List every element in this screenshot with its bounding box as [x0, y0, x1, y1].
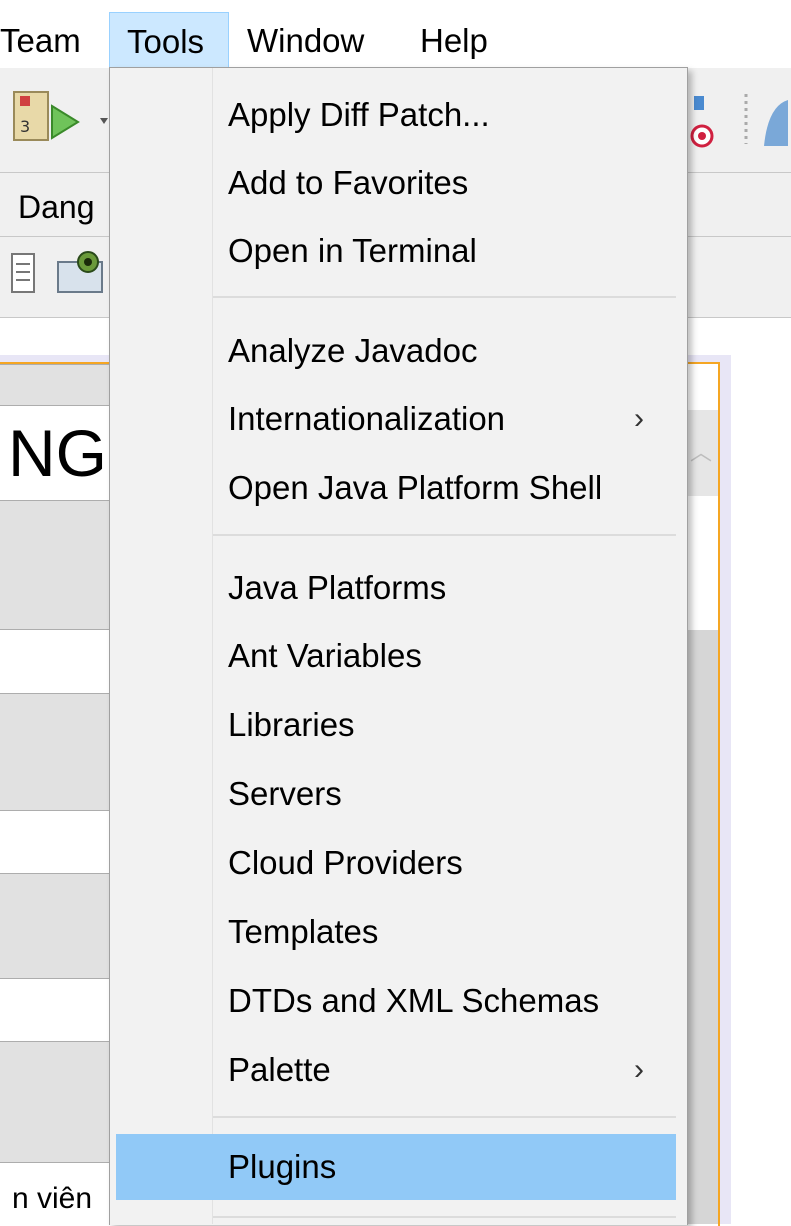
profile-icon[interactable] [684, 86, 791, 161]
menu-item-label: Servers [228, 775, 342, 812]
menu-item-label: Java Platforms [228, 569, 447, 606]
scrollbar-segment [684, 496, 718, 630]
menu-bar: Team Tools Window Help [0, 0, 791, 68]
form-header-bar [0, 364, 110, 406]
form-button[interactable] [0, 500, 110, 630]
menu-item-servers[interactable]: Servers [110, 761, 684, 827]
scroll-up-icon[interactable]: ︿ [684, 410, 718, 496]
menu-item-palette[interactable]: Palette › [110, 1037, 684, 1103]
menu-item-label: Internationalization [228, 400, 506, 437]
menu-item-label: Analyze Javadoc [228, 332, 478, 369]
form-label: n viên [12, 1182, 93, 1215]
menu-item-label: Plugins [228, 1148, 337, 1185]
form-button[interactable] [0, 1041, 110, 1163]
menu-item-label: Open in Terminal [228, 232, 477, 269]
toolbar-partial-label: Dang [18, 189, 95, 225]
menu-item-label: Apply Diff Patch... [228, 96, 490, 133]
menu-item-apply-diff-patch[interactable]: Apply Diff Patch... [110, 82, 684, 148]
menu-item-templates[interactable]: Templates [110, 899, 684, 965]
menu-item-label: Ant Variables [228, 637, 422, 674]
menu-item-open-java-platform-shell[interactable]: Open Java Platform Shell [110, 455, 684, 521]
menu-item-add-to-favorites[interactable]: Add to Favorites [110, 150, 684, 216]
menu-team[interactable]: Team [0, 12, 81, 68]
menu-item-libraries[interactable]: Libraries [110, 692, 684, 758]
menu-item-label: Palette [228, 1051, 331, 1088]
menu-separator [213, 296, 676, 298]
menu-window[interactable]: Window [247, 12, 364, 68]
menu-item-label: Libraries [228, 706, 355, 743]
chevron-right-icon: › [634, 402, 644, 435]
menu-item-cloud-providers[interactable]: Cloud Providers [110, 830, 684, 896]
menu-item-label: Add to Favorites [228, 164, 469, 201]
menu-help[interactable]: Help [420, 12, 488, 68]
menu-item-dtds-and-xml-schemas[interactable]: DTDs and XML Schemas [110, 968, 684, 1034]
document-icon[interactable] [10, 248, 110, 303]
menu-separator [213, 1116, 676, 1118]
menu-item-analyze-javadoc[interactable]: Analyze Javadoc [110, 318, 684, 384]
menu-item-plugins[interactable]: Plugins [116, 1134, 676, 1200]
menu-item-ant-variables[interactable]: Ant Variables [110, 623, 684, 689]
menu-item-open-in-terminal[interactable]: Open in Terminal [110, 218, 684, 284]
svg-text:3: 3 [20, 117, 30, 136]
form-button[interactable] [0, 693, 110, 811]
menu-item-label: Templates [228, 913, 379, 950]
chevron-right-icon: › [634, 1053, 644, 1086]
form-heading: NG [8, 416, 107, 490]
run-config-icon[interactable]: 3 [12, 88, 112, 153]
menu-separator [213, 534, 676, 536]
menu-item-label: DTDs and XML Schemas [228, 982, 600, 1019]
menu-separator [213, 1216, 676, 1218]
menu-item-java-platforms[interactable]: Java Platforms [110, 555, 684, 621]
menu-item-internationalization[interactable]: Internationalization › [110, 386, 684, 452]
menu-tools[interactable]: Tools [109, 12, 229, 68]
form-button[interactable] [0, 873, 110, 979]
menu-item-label: Cloud Providers [228, 844, 463, 881]
menu-item-label: Open Java Platform Shell [228, 469, 603, 506]
